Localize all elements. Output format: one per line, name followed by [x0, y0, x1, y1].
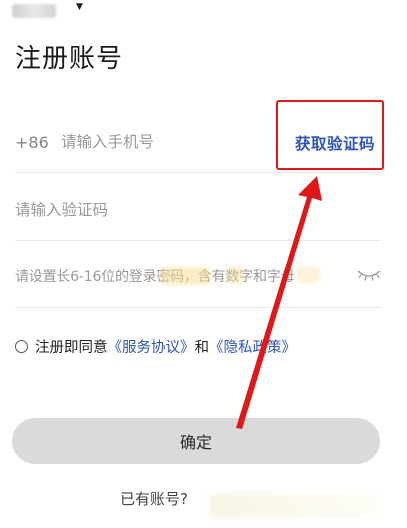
status-blurred-text: [12, 4, 56, 18]
eye-closed-icon[interactable]: [356, 268, 382, 282]
agreement-and: 和: [194, 340, 210, 356]
agreement-prefix: 注册即同意: [35, 340, 108, 356]
annotation-highlight-box: [276, 100, 384, 170]
radio-icon[interactable]: [15, 340, 28, 353]
confirm-button[interactable]: 确定: [12, 418, 380, 464]
chevron-down-icon[interactable]: ▼: [76, 2, 83, 12]
highlight-smear: [160, 267, 210, 285]
service-agreement-link[interactable]: 《服务协议》: [108, 340, 195, 356]
bottom-smear: [210, 494, 380, 518]
country-code[interactable]: +86: [15, 133, 49, 152]
privacy-policy-link[interactable]: 《隐私政策》: [209, 340, 296, 356]
verification-code-input[interactable]: [15, 198, 315, 222]
highlight-smear: [226, 266, 244, 284]
code-row: [15, 180, 382, 241]
page-title: 注册账号: [15, 44, 124, 74]
agreement-row: 注册即同意《服务协议》和《隐私政策》: [15, 336, 296, 356]
highlight-smear: [296, 266, 320, 284]
have-account-link[interactable]: 已有账号?: [120, 488, 188, 509]
phone-input[interactable]: [61, 130, 271, 154]
